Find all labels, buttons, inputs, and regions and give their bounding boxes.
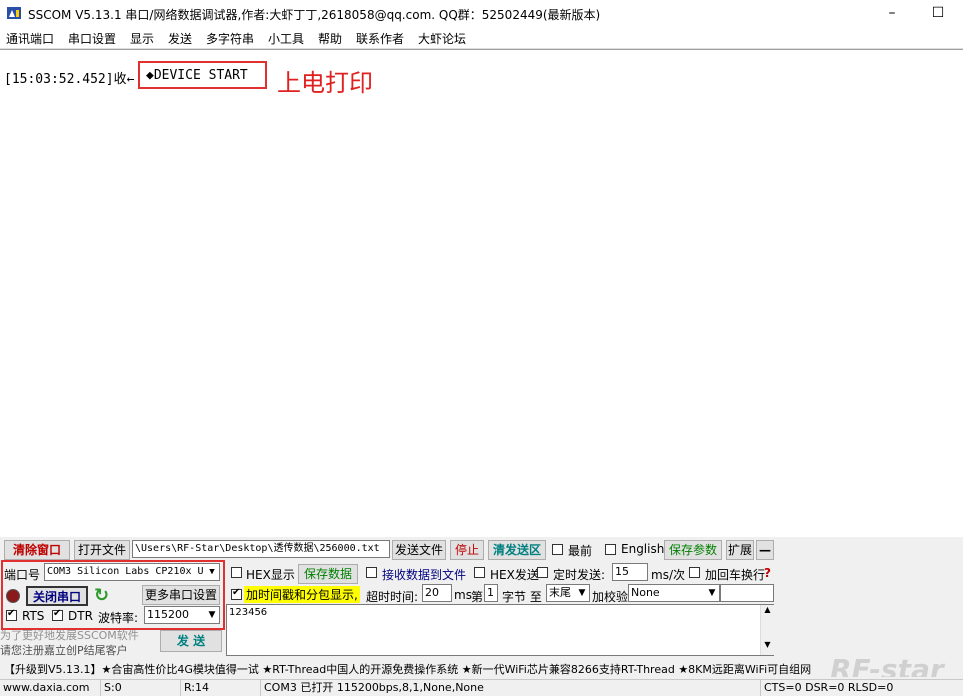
status-port-state: COM3 已打开 115200bps,8,1,None,None — [260, 680, 484, 696]
menu-send[interactable]: 发送 — [168, 30, 192, 47]
highlight-box: ◆DEVICE START — [138, 61, 267, 89]
watermark-logo: RF-star — [830, 659, 944, 677]
receive-data: ◆DEVICE START — [146, 68, 248, 83]
clear-send-button[interactable]: 清发送区 — [488, 540, 546, 560]
chevron-down-icon: ▼ — [575, 585, 589, 601]
status-received: R:14 — [180, 680, 209, 696]
menu-forum[interactable]: 大虾论坛 — [418, 30, 466, 47]
status-signals: CTS=0 DSR=0 RLSD=0 — [760, 680, 893, 696]
scroll-up-icon[interactable]: ▲ — [761, 605, 774, 614]
end-select[interactable]: 末尾 ▼ — [546, 584, 590, 602]
menu-display[interactable]: 显示 — [130, 30, 154, 47]
receive-timestamp: [15:03:52.452] — [4, 72, 114, 87]
menu-comm-port[interactable]: 通讯端口 — [6, 30, 54, 47]
topmost-label: 最前 — [568, 544, 593, 558]
ms-per-time-label: ms/次 — [651, 568, 685, 582]
app-icon — [7, 7, 21, 19]
maximize-button[interactable]: ☐ — [915, 0, 961, 26]
toolbar-row: 清除窗口 打开文件 \Users\RF-Star\Desktop\透传数据\25… — [0, 537, 963, 561]
checksum-value: None — [631, 586, 660, 599]
port-select-value: COM3 Silicon Labs CP210x U — [47, 566, 204, 577]
end-value: 末尾 — [549, 586, 571, 599]
baud-select[interactable]: 115200 ▼ — [144, 606, 220, 624]
ms-label: ms — [454, 588, 472, 602]
timeout-label: 超时时间: — [366, 590, 419, 604]
clear-window-button[interactable]: 清除窗口 — [4, 540, 70, 560]
refresh-icon[interactable]: ↻ — [94, 585, 109, 606]
help-icon[interactable]: ? — [764, 566, 771, 580]
topmost-checkbox[interactable] — [552, 544, 563, 555]
stop-button[interactable]: 停止 — [450, 540, 484, 560]
menu-tools[interactable]: 小工具 — [268, 30, 304, 47]
menu-bar: 通讯端口 串口设置 显示 发送 多字符串 小工具 帮助 联系作者 大虾论坛 — [0, 26, 963, 49]
rts-checkbox[interactable] — [6, 608, 17, 621]
chevron-down-icon: ▼ — [705, 585, 719, 601]
promo-line-2: 请您注册嘉立创P结尾客户 — [0, 644, 128, 657]
receive-area[interactable]: [15:03:52.452]收← ◆DEVICE START 上电打印 — [0, 49, 963, 537]
dtr-label: DTR — [68, 609, 93, 623]
open-file-button[interactable]: 打开文件 — [74, 540, 130, 560]
send-button[interactable]: 发 送 — [160, 630, 222, 652]
chevron-down-icon: ▼ — [205, 607, 219, 623]
status-website[interactable]: www.daxia.com — [0, 680, 90, 696]
add-crlf-label: 加回车换行 — [705, 568, 766, 582]
file-path-field[interactable]: \Users\RF-Star\Desktop\透传数据\256000.txt — [132, 540, 390, 558]
timestamp-checkbox[interactable] — [231, 587, 242, 600]
byte-to-label: 字节 至 — [502, 590, 542, 604]
recv-to-file-checkbox[interactable] — [366, 567, 377, 578]
receive-line: [15:03:52.452]收← — [4, 68, 134, 87]
title-bar: SSCOM V5.13.1 串口/网络数据调试器,作者:大虾丁丁,2618058… — [0, 0, 963, 26]
menu-help[interactable]: 帮助 — [318, 30, 342, 47]
timestamp-label: 加时间戳和分包显示, — [244, 586, 360, 603]
ticker-text: 【升级到V5.13.1】★合宙高性价比4G模块值得一试 ★RT-Thread中国… — [4, 663, 812, 676]
status-sent: S:0 — [100, 680, 122, 696]
expand-button[interactable]: 扩展 — [726, 540, 754, 560]
timeout-input[interactable]: 20 — [422, 584, 452, 602]
nth-label: 第 — [471, 590, 484, 604]
send-scrollbar[interactable]: ▲ ▼ — [760, 605, 774, 655]
rts-label: RTS — [22, 609, 45, 623]
timed-send-label: 定时发送: — [553, 568, 606, 582]
promo-line-1: 为了更好地发展SSCOM软件 — [0, 629, 139, 642]
dtr-checkbox[interactable] — [52, 608, 63, 621]
ticker-bar: 【升级到V5.13.1】★合宙高性价比4G模块值得一试 ★RT-Thread中国… — [0, 659, 963, 677]
hex-display-label: HEX显示 — [246, 568, 295, 582]
baud-label: 波特率: — [98, 611, 139, 625]
port-label: 端口号 — [4, 568, 41, 582]
window-title: SSCOM V5.13.1 串口/网络数据调试器,作者:大虾丁丁,2618058… — [28, 8, 601, 22]
hex-display-checkbox[interactable] — [231, 567, 242, 578]
baud-value: 115200 — [147, 608, 189, 621]
more-settings-button[interactable]: 更多串口设置 — [142, 585, 220, 605]
timed-interval-input[interactable]: 15 — [612, 563, 648, 581]
save-params-button[interactable]: 保存参数 — [664, 540, 722, 560]
menu-contact-author[interactable]: 联系作者 — [356, 30, 404, 47]
timed-send-checkbox[interactable] — [537, 567, 548, 578]
hex-send-checkbox[interactable] — [474, 567, 485, 578]
hex-send-label: HEX发送 — [490, 568, 539, 582]
minimize-button[interactable]: – — [869, 0, 915, 26]
checksum-label: 加校验 — [592, 590, 629, 604]
recv-to-file-label: 接收数据到文件 — [382, 568, 467, 582]
send-file-button[interactable]: 发送文件 — [392, 540, 446, 560]
add-crlf-checkbox[interactable] — [689, 567, 700, 578]
receive-direction: 收← — [113, 72, 135, 87]
checksum-select[interactable]: None ▼ — [628, 584, 720, 602]
english-label: English — [621, 542, 665, 556]
chevron-down-icon: ▼ — [205, 564, 219, 580]
power-on-annotation: 上电打印 — [277, 69, 373, 97]
checksum-extra-field[interactable] — [720, 584, 774, 602]
menu-multi-string[interactable]: 多字符串 — [206, 30, 254, 47]
status-bar: www.daxia.com S:0 R:14 COM3 已打开 115200bp… — [0, 679, 963, 696]
close-port-button[interactable]: 关闭串口 — [26, 586, 88, 606]
collapse-button[interactable]: — — [756, 540, 774, 560]
scroll-down-icon[interactable]: ▼ — [761, 640, 774, 649]
menu-port-settings[interactable]: 串口设置 — [68, 30, 116, 47]
port-status-led-icon — [6, 589, 20, 603]
save-data-button[interactable]: 保存数据 — [298, 564, 358, 584]
start-byte-input[interactable]: 1 — [484, 584, 498, 602]
send-textarea[interactable]: 123456 — [226, 604, 774, 656]
english-checkbox[interactable] — [605, 544, 616, 555]
port-select[interactable]: COM3 Silicon Labs CP210x U ▼ — [44, 563, 220, 581]
